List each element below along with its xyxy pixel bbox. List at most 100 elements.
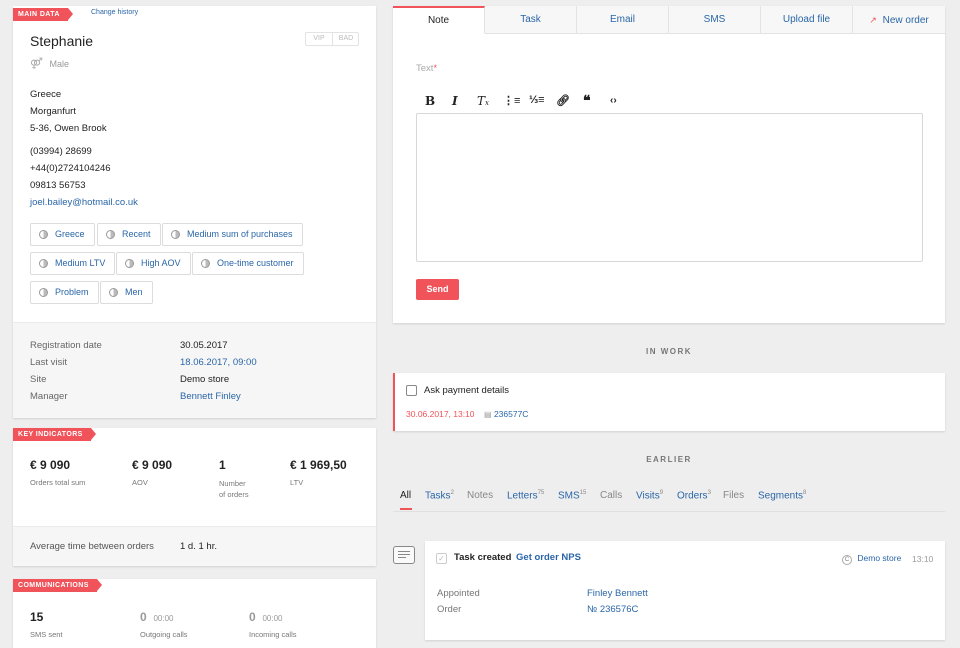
tab-email[interactable]: Email: [577, 6, 669, 34]
event-row-label: Order: [437, 604, 462, 615]
comm-value: 15: [30, 610, 43, 624]
clear-format-icon[interactable]: Tx: [477, 94, 489, 108]
filter-count: 2: [450, 490, 454, 496]
segment-tag[interactable]: Recent: [97, 223, 161, 246]
indicator-label: AOV: [132, 478, 148, 487]
email-link[interactable]: joel.bailey@hotmail.co.uk: [30, 194, 138, 211]
comm-duration: 00:00: [153, 614, 174, 623]
send-button[interactable]: Send: [416, 279, 459, 300]
event-task-link[interactable]: Get order NPS: [516, 552, 581, 563]
indicator-label: Orders total sum: [30, 478, 86, 487]
filter-tasks[interactable]: Tasks2: [425, 490, 454, 501]
detail-label: Site: [30, 374, 47, 385]
gender: ⚤ Male: [30, 57, 69, 70]
segment-tag[interactable]: One-time customer: [192, 252, 304, 275]
segment-tag-label: Medium sum of purchases: [187, 229, 293, 239]
segment-pie-icon: [125, 259, 134, 268]
segment-tag[interactable]: Medium sum of purchases: [162, 223, 303, 246]
code-icon[interactable]: ‹›: [610, 95, 617, 106]
filter-all[interactable]: All: [400, 490, 411, 501]
segment-tag-label: Men: [125, 287, 143, 297]
tab-new-order[interactable]: ↗ New order: [853, 6, 945, 34]
event-time: 13:10: [912, 554, 934, 564]
task-created-icon: ✓: [436, 553, 447, 564]
gender-icon: ⚤: [30, 58, 43, 70]
avg-time-label: Average time between orders: [30, 541, 154, 552]
phone-number[interactable]: (03994) 28699: [30, 143, 138, 160]
detail-value: 30.05.2017: [180, 340, 228, 351]
numbered-list-icon[interactable]: ⅓≡: [529, 94, 545, 106]
avg-time-value: 1 d. 1 hr.: [180, 541, 217, 552]
composer-card: Note Task Email SMS Upload file ↗ New or…: [393, 6, 945, 323]
link-icon[interactable]: 🔗︎: [556, 94, 570, 107]
task-checkbox[interactable]: [406, 385, 417, 396]
vip-toggle[interactable]: VIP: [306, 33, 333, 45]
last-visit-link[interactable]: 18.06.2017, 09:00: [180, 357, 257, 368]
segment-tag-label: Greece: [55, 229, 85, 239]
segment-tag[interactable]: High AOV: [116, 252, 191, 275]
bold-icon[interactable]: B: [425, 94, 435, 108]
filter-label: Segments: [758, 490, 804, 502]
phone-number[interactable]: 09813 56753: [30, 177, 138, 194]
filter-letters[interactable]: Letters75: [507, 490, 544, 501]
required-mark: *: [433, 63, 437, 73]
task-order-link[interactable]: ▤ 236577C: [484, 409, 528, 419]
segment-tag[interactable]: Men: [100, 281, 153, 304]
segment-tag[interactable]: Medium LTV: [30, 252, 116, 275]
comm-count: 0: [249, 610, 256, 624]
detail-label: Registration date: [30, 340, 102, 351]
bullet-list-icon[interactable]: ⋮≡: [503, 94, 520, 107]
customer-name: Stephanie: [30, 33, 94, 49]
filter-visits[interactable]: Visits9: [636, 490, 663, 501]
address-line: Morganfurt: [30, 106, 76, 117]
segment-pie-icon: [39, 230, 48, 239]
event-prefix: Task created: [454, 552, 512, 563]
phone-number[interactable]: +44(0)2724104246: [30, 160, 138, 177]
segment-tag[interactable]: Problem: [30, 281, 99, 304]
store-badge: C Demo store: [842, 553, 901, 565]
phones-block: (03994) 28699 +44(0)2724104246 09813 567…: [30, 143, 138, 211]
comm-duration: 00:00: [262, 614, 283, 623]
history-event-card: ✓ Task created Get order NPS C Demo stor…: [425, 541, 945, 640]
earlier-title: EARLIER: [646, 455, 692, 464]
manager-link[interactable]: Bennett Finley: [180, 391, 241, 402]
comm-value: 0 00:00: [249, 610, 283, 624]
tab-note[interactable]: Note: [393, 6, 485, 34]
comm-label: SMS sent: [30, 630, 63, 639]
detail-value: Demo store: [180, 374, 230, 385]
task-order-number: 236577C: [493, 409, 529, 419]
filter-notes[interactable]: Notes: [467, 490, 493, 501]
italic-icon[interactable]: I: [452, 94, 458, 108]
order-link[interactable]: № 236576C: [587, 604, 638, 615]
detail-label: Last visit: [30, 357, 67, 368]
segment-pie-icon: [39, 259, 48, 268]
filter-files[interactable]: Files: [723, 490, 744, 501]
segment-tag[interactable]: Greece: [30, 223, 95, 246]
task-due-date: 30.06.2017, 13:10: [406, 409, 475, 419]
filter-count: 9: [659, 490, 664, 496]
note-textarea[interactable]: [416, 113, 923, 262]
filter-count: 15: [579, 490, 587, 496]
tab-new-order-label: New order: [882, 15, 929, 26]
filter-calls[interactable]: Calls: [600, 490, 622, 501]
vip-bad-toggle: VIP BAD: [305, 32, 359, 46]
filter-segments[interactable]: Segments8: [758, 490, 806, 501]
appointed-link[interactable]: Finley Bennett: [587, 588, 648, 599]
tab-upload-file[interactable]: Upload file: [761, 6, 853, 34]
indicator-value: 1: [219, 458, 226, 472]
filter-sms[interactable]: SMS15: [558, 490, 586, 501]
event-title: Task created Get order NPS: [454, 552, 581, 563]
store-link[interactable]: Demo store: [857, 553, 901, 563]
filter-active-underline: [400, 508, 412, 510]
tab-sms[interactable]: SMS: [669, 6, 761, 34]
quote-icon[interactable]: ❝: [583, 92, 591, 109]
communications-ribbon: COMMUNICATIONS: [13, 579, 102, 592]
filter-label: Letters: [507, 490, 538, 502]
external-link-icon: ↗: [869, 15, 877, 25]
tab-task[interactable]: Task: [485, 6, 577, 34]
bad-toggle[interactable]: BAD: [333, 33, 359, 45]
filter-orders[interactable]: Orders3: [677, 490, 711, 501]
filter-label: Calls: [600, 490, 623, 501]
filter-count: 75: [537, 490, 545, 496]
change-history-link[interactable]: Change history: [91, 9, 138, 16]
